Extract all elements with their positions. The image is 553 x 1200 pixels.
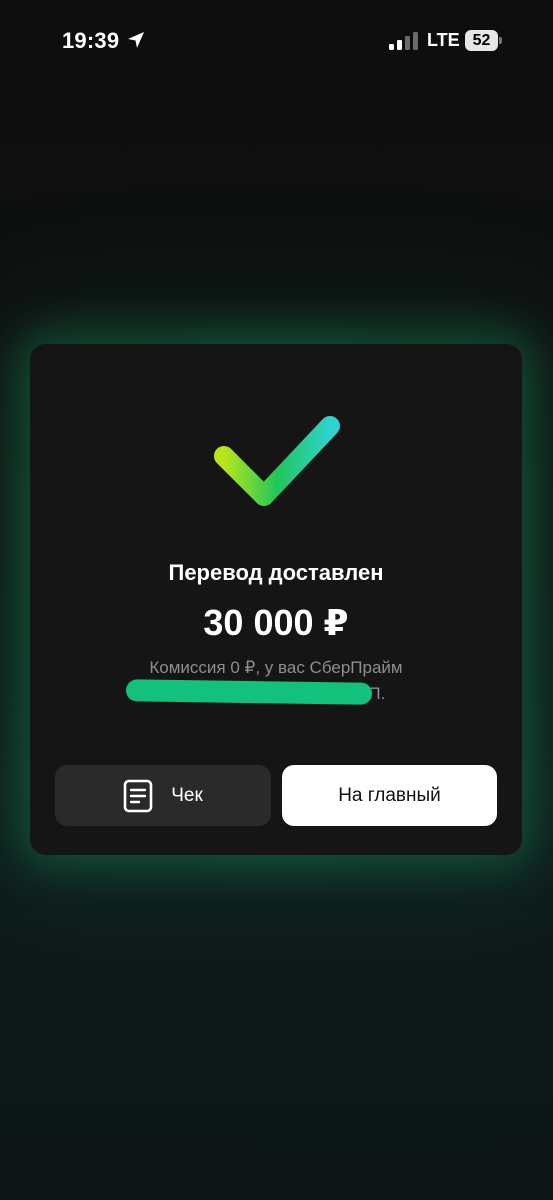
home-button-label: На главный [338,784,441,806]
status-time: 19:39 [62,28,120,53]
commission-note: Комиссия 0 ₽, у вас СберПрайм [149,658,403,677]
receipt-button-label: Чек [171,784,203,806]
transfer-amount: 30 000 ₽ [203,602,349,643]
battery-cap [499,37,502,44]
redaction-mark [125,679,373,705]
status-bar: 19:39 LTE 52 [0,0,553,84]
document-icon [123,779,153,812]
receipt-button[interactable]: Чек [55,765,271,826]
transfer-status-title: Перевод доставлен [168,560,384,585]
battery-level: 52 [465,30,498,51]
signal-icon [389,32,418,50]
checkmark-icon [214,416,340,506]
network-label: LTE [427,30,460,50]
transfer-success-card: Перевод доставлен 30 000 ₽ Комиссия 0 ₽,… [30,344,522,855]
location-arrow-icon [128,32,144,48]
battery-icon: 52 [465,30,502,51]
home-button[interactable]: На главный [282,765,497,826]
